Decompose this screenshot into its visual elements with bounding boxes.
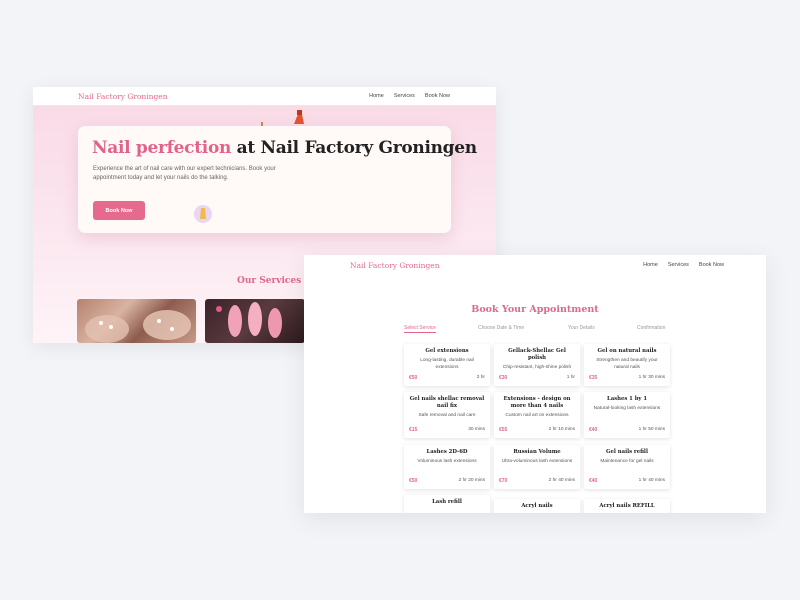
service-duration: 1 hr 50 mins <box>638 427 665 432</box>
service-card[interactable]: Gel extensions Long-lasting, durable nai… <box>404 344 490 386</box>
service-name: Gel nails refill <box>606 449 648 455</box>
service-price: €40 <box>589 427 598 433</box>
nav-home-link[interactable]: Home <box>369 93 384 99</box>
step-your-details[interactable]: Your Details <box>568 325 595 331</box>
service-name: Gel on natural nails <box>597 348 657 354</box>
service-price: €70 <box>499 478 508 484</box>
service-price: €55 <box>499 427 508 433</box>
step-select-service[interactable]: Select Service <box>404 325 436 333</box>
service-card[interactable]: Acryl nails REFILL <box>584 499 670 513</box>
service-name: Acryl nails REFILL <box>599 503 655 509</box>
service-duration: 2 hr 10 mins <box>548 427 575 432</box>
pink-nails-photo <box>216 302 282 338</box>
booking-navbar: Nail Factory Groningen Home Services Boo… <box>304 255 766 275</box>
step-confirmation[interactable]: Confirmation <box>637 325 665 331</box>
service-card[interactable]: Gellack-Shellac Gel polish Chip-resistan… <box>494 344 580 386</box>
service-name: Gel extensions <box>425 348 469 354</box>
service-duration: 1 hr 30 mins <box>638 375 665 380</box>
service-desc: Safe removal and nail care <box>418 413 476 418</box>
service-name: Lashes 2D-6D <box>426 449 468 455</box>
booking-window: Nail Factory Groningen Home Services Boo… <box>304 255 766 513</box>
service-name: Acryl nails <box>521 503 553 509</box>
service-card[interactable]: Lashes 1 by 1 Natural-looking lash exten… <box>584 392 670 438</box>
service-card[interactable]: Gel on natural nails Strengthen and beau… <box>584 344 670 386</box>
service-card[interactable]: Russian Volume Ultra-voluminous lash ext… <box>494 445 580 489</box>
service-desc: Ultra-voluminous lash extensions <box>501 459 573 464</box>
service-desc: Chip-resistant, high-shine polish <box>502 365 572 370</box>
booking-steps: Select Service Choose Date & Time Your D… <box>404 325 670 335</box>
nav-services-link[interactable]: Services <box>394 93 415 99</box>
service-card[interactable]: Lash refill <box>404 495 490 513</box>
service-desc: Strengthen and beautify your natural nai… <box>596 358 658 370</box>
service-duration: 2 hr 20 mins <box>458 478 485 483</box>
service-photo <box>77 299 196 343</box>
service-card[interactable]: Gel nails shellac removal nail fix Safe … <box>404 392 490 438</box>
service-price: €35 <box>589 375 598 381</box>
service-desc: Custom nail art on extensions <box>505 413 569 418</box>
service-photo <box>205 299 305 343</box>
hero-title: Nail perfection at Nail Factory Groninge… <box>92 138 477 158</box>
book-now-button[interactable]: Book Now <box>93 201 145 220</box>
service-desc: Long-lasting, durable nail extensions <box>420 358 474 370</box>
nav-book-link[interactable]: Book Now <box>425 93 450 99</box>
service-name: Gellack-Shellac Gel polish <box>508 348 566 361</box>
booking-title: Book Your Appointment <box>471 304 599 315</box>
nail-polish-icon <box>194 205 212 223</box>
service-price: €30 <box>499 375 508 381</box>
service-card[interactable]: Acryl nails <box>494 499 580 513</box>
nav-links: Home Services Book Now <box>369 93 450 99</box>
service-card[interactable]: Extensions - design on more than 4 nails… <box>494 392 580 438</box>
service-price: €50 <box>409 375 418 381</box>
service-duration: 1 hr 40 mins <box>638 478 665 483</box>
hero-title-rest: at Nail Factory Groningen <box>231 138 478 158</box>
service-duration: 2 hr 40 mins <box>548 478 575 483</box>
nav-home-link[interactable]: Home <box>643 262 658 268</box>
service-duration: 30 mins <box>468 427 485 432</box>
brand-logo[interactable]: Nail Factory Groningen <box>350 261 440 270</box>
homepage-navbar: Nail Factory Groningen Home Services Boo… <box>33 87 496 106</box>
brand-logo[interactable]: Nail Factory Groningen <box>78 92 168 101</box>
step-choose-date[interactable]: Choose Date & Time <box>478 325 524 331</box>
nav-book-link[interactable]: Book Now <box>699 262 724 268</box>
our-services-heading: Our Services <box>237 276 302 286</box>
manicure-photo <box>85 310 191 343</box>
hero-card: Nail perfection at Nail Factory Groninge… <box>78 126 477 233</box>
hero-title-accent: Nail perfection <box>92 138 232 158</box>
nav-services-link[interactable]: Services <box>668 262 689 268</box>
service-duration: 2 hr <box>476 375 485 380</box>
service-desc: Natural-looking lash extensions <box>593 406 661 411</box>
service-price: €15 <box>409 427 418 433</box>
service-desc: Maintenance for gel nails <box>600 459 654 464</box>
service-name: Russian Volume <box>513 449 561 455</box>
service-duration: 1 hr <box>566 375 575 380</box>
service-card[interactable]: Gel nails refill Maintenance for gel nai… <box>584 445 670 489</box>
hero-lead-text: Experience the art of nail care with our… <box>93 166 276 181</box>
service-card[interactable]: Lashes 2D-6D Voluminous lash extensions … <box>404 445 490 489</box>
service-name: Lash refill <box>432 499 462 505</box>
service-price: €50 <box>409 478 418 484</box>
service-name: Gel nails shellac removal nail fix <box>409 396 485 409</box>
service-name: Lashes 1 by 1 <box>606 396 648 402</box>
service-desc: Voluminous lash extensions <box>417 459 477 464</box>
nav-links: Home Services Book Now <box>643 262 724 268</box>
service-name: Extensions - design on more than 4 nails <box>503 396 571 409</box>
service-price: €40 <box>589 478 598 484</box>
